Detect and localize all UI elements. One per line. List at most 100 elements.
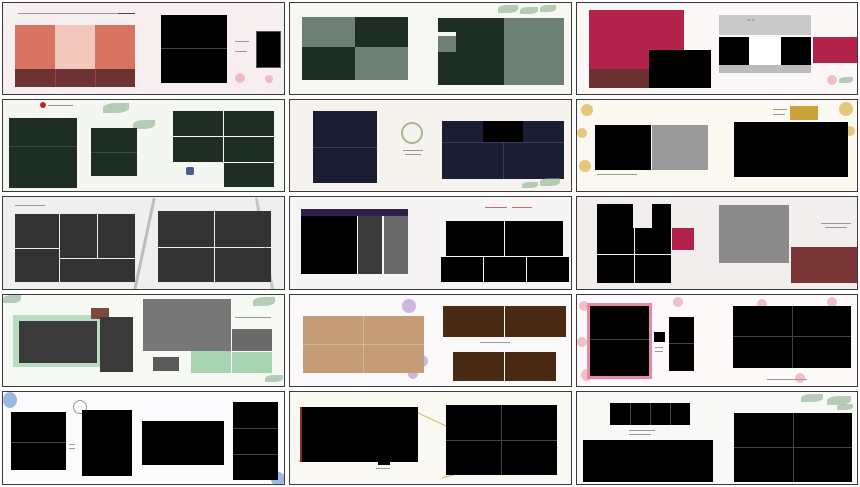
photo-slot (652, 204, 671, 228)
text-panel (654, 332, 665, 342)
album-template-13[interactable] (2, 391, 285, 485)
branch-decor (133, 197, 156, 289)
photo-slot (358, 216, 382, 274)
album-template-5[interactable] (289, 99, 572, 192)
photo-slot (173, 111, 223, 136)
red-stamp (40, 102, 46, 108)
album-template-9[interactable] (576, 196, 858, 290)
photo-slot (813, 37, 857, 63)
photo-slot (749, 37, 781, 65)
photo-slot (60, 259, 135, 282)
photo-slot (527, 257, 569, 282)
photo-slot (232, 352, 272, 373)
photo-slot (142, 421, 224, 465)
photo-slot (300, 407, 418, 462)
photo-slot (446, 221, 504, 256)
photo-slot (484, 257, 526, 282)
photo-slot (438, 52, 504, 85)
album-template-1[interactable] (2, 2, 285, 95)
album-template-6[interactable] (576, 99, 858, 192)
photo-slot (158, 211, 214, 247)
photo-slot (649, 50, 711, 88)
album-template-2[interactable] (289, 2, 572, 95)
photo-slot (441, 257, 483, 282)
photo-slot (781, 37, 811, 65)
photo-slot (224, 137, 274, 162)
photo-slot (589, 50, 619, 69)
photo-slot (15, 249, 59, 282)
photo-slot (595, 125, 651, 170)
photo-slot (597, 228, 634, 254)
photo-slot (635, 255, 671, 283)
photo-slot (158, 248, 214, 282)
photo-slot (302, 47, 355, 80)
photo-slot (456, 18, 504, 52)
photo-slot (791, 247, 857, 283)
photo-slot (11, 412, 66, 470)
photo-slot (504, 18, 564, 85)
album-template-10[interactable] (2, 294, 285, 387)
album-template-7[interactable] (2, 196, 285, 290)
photo-slot (15, 69, 135, 87)
photo-slot (173, 137, 223, 162)
photo-slot (302, 17, 355, 47)
blue-floral-decor (3, 392, 17, 408)
photo-slot (224, 111, 274, 136)
album-template-12[interactable] (576, 294, 858, 387)
photo-slot (505, 221, 563, 256)
photo-slot (355, 17, 408, 47)
photo-slot (719, 205, 789, 245)
photo-slot (719, 245, 789, 263)
photo-slot (443, 306, 504, 337)
album-template-14[interactable] (289, 391, 572, 485)
photo-slot (98, 214, 135, 258)
album-template-11[interactable] (289, 294, 572, 387)
photo-slot (672, 228, 694, 250)
badge-icon (186, 167, 194, 175)
photo-slot (583, 440, 713, 482)
photo-slot (619, 50, 649, 69)
wreath-emblem (401, 122, 423, 144)
photo-slot (95, 25, 135, 69)
photo-slot (191, 351, 231, 373)
photo-slot (438, 36, 456, 52)
photo-slot (19, 321, 97, 363)
text-panel (719, 65, 811, 73)
photo-slot (652, 125, 708, 170)
album-template-4[interactable] (2, 99, 285, 192)
photo-slot (355, 47, 408, 80)
photo-slot (256, 31, 281, 68)
text-panel (719, 15, 811, 35)
photo-slot (597, 255, 634, 283)
photo-slot (143, 299, 231, 351)
photo-slot (589, 10, 684, 50)
photo-slot (60, 214, 97, 258)
album-template-3[interactable]: ~ ~ (576, 2, 858, 95)
photo-slot (590, 306, 649, 376)
photo-slot (232, 329, 272, 351)
photo-slot (301, 216, 357, 274)
photo-slot (9, 118, 77, 188)
photo-slot (378, 455, 390, 465)
photo-slot (224, 163, 274, 187)
photo-slot (15, 214, 59, 248)
photo-slot (153, 357, 179, 371)
photo-slot (15, 25, 55, 69)
banner (301, 209, 408, 216)
photo-slot (453, 352, 504, 381)
photo-slot (215, 211, 271, 247)
photo-slot (161, 15, 227, 83)
photo-slot (505, 352, 556, 381)
accent-bar (300, 407, 302, 462)
album-template-8[interactable] (289, 196, 572, 290)
photo-slot (669, 317, 694, 371)
photo-slot (635, 228, 671, 254)
photo-slot (233, 402, 278, 480)
album-template-15[interactable] (576, 391, 858, 485)
photo-slot (82, 410, 132, 476)
photo-slot (719, 37, 749, 65)
photo-slot (505, 306, 566, 337)
photo-slot (597, 204, 633, 228)
photo-slot (100, 317, 133, 372)
photo-slot (483, 121, 523, 142)
